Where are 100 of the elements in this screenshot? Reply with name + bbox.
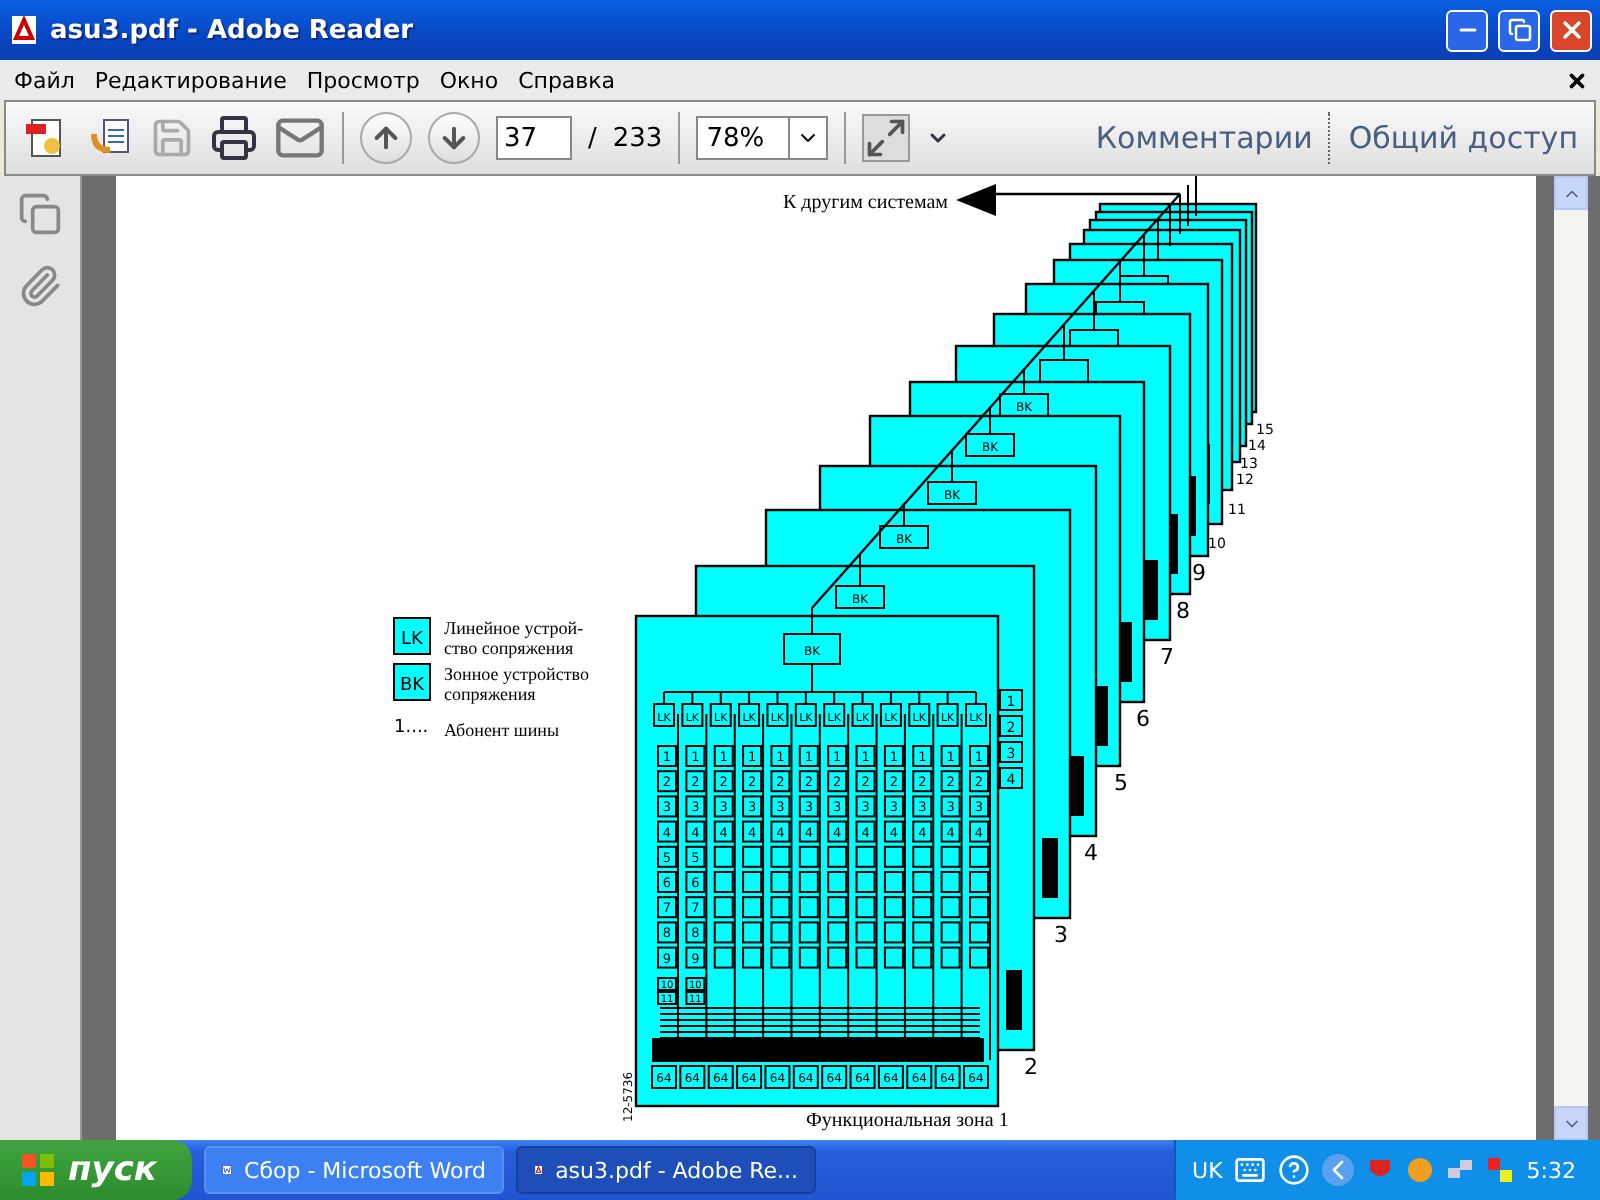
page-number-field[interactable]: 37 xyxy=(496,116,572,160)
clock: 5:32 xyxy=(1526,1157,1576,1183)
subscriber-box xyxy=(713,871,734,893)
taskbar-button[interactable]: asu3.pdf - Adobe Re... xyxy=(516,1146,816,1194)
subscriber-box xyxy=(770,946,791,969)
subscriber-box xyxy=(770,845,791,868)
menu-item[interactable]: Окно xyxy=(429,67,509,93)
start-button[interactable]: пуск xyxy=(0,1140,192,1200)
restore-icon xyxy=(1507,18,1531,42)
subscriber-box xyxy=(713,921,734,944)
subscriber-box xyxy=(883,896,904,919)
print-icon[interactable] xyxy=(210,114,258,162)
subscriber-box xyxy=(770,896,791,919)
legend-symbol: BK xyxy=(393,663,431,701)
menu-item[interactable]: Справка xyxy=(508,67,626,93)
subscriber-box xyxy=(912,921,933,944)
subscriber-box xyxy=(940,845,961,868)
subscriber-box xyxy=(827,921,848,944)
window-title: asu3.pdf - Adobe Reader xyxy=(50,15,416,45)
bus-stripes xyxy=(1006,970,1022,1030)
interface-box xyxy=(835,585,885,609)
subscriber-box xyxy=(827,896,848,919)
subscriber-box xyxy=(883,871,904,893)
subscriber-box xyxy=(713,845,734,868)
subscriber-box xyxy=(883,946,904,969)
subscriber-box xyxy=(770,921,791,944)
restore-button[interactable] xyxy=(1498,9,1540,51)
sheet-number: 6 xyxy=(1136,706,1150,732)
toolbar-link[interactable]: Комментарии xyxy=(1095,120,1313,156)
minimize-button[interactable] xyxy=(1446,9,1488,51)
zone-label: Функциональная зона 1 xyxy=(806,1110,1009,1132)
expand-tray-icon[interactable] xyxy=(1322,1154,1355,1186)
arrow-down-icon xyxy=(438,122,470,154)
interface-box xyxy=(783,633,841,665)
legend-text: Абонент шины xyxy=(444,720,560,740)
language-icon[interactable] xyxy=(1486,1156,1515,1184)
subscriber-box xyxy=(912,896,933,919)
menu-item[interactable]: Файл xyxy=(4,67,85,93)
subscriber-box xyxy=(798,921,819,944)
paperclip-icon[interactable] xyxy=(18,264,62,308)
subscriber-box xyxy=(770,871,791,893)
subscriber-box xyxy=(855,845,876,868)
subscriber-box xyxy=(940,871,961,893)
sheet-number: 7 xyxy=(1160,644,1174,670)
subscriber-box xyxy=(855,946,876,969)
network-icon[interactable] xyxy=(1446,1156,1475,1184)
sheet-number: 8 xyxy=(1176,598,1190,624)
subscriber-box xyxy=(912,871,933,893)
dropdown-button[interactable] xyxy=(788,116,829,160)
subscriber-box xyxy=(940,921,961,944)
subscriber-box xyxy=(940,896,961,919)
subscriber-box xyxy=(969,871,989,893)
subscriber-box xyxy=(883,921,904,944)
windows-logo xyxy=(20,1152,56,1188)
menu-item[interactable]: Редактирование xyxy=(84,67,297,93)
interface-box xyxy=(927,481,977,505)
subscriber-box xyxy=(969,921,989,944)
subscriber-box xyxy=(742,896,763,919)
subscriber-box xyxy=(855,871,876,893)
subscriber-box xyxy=(940,946,961,969)
previous-page-button[interactable] xyxy=(360,112,412,164)
subscriber-box xyxy=(742,871,763,893)
sheet-number: 9 xyxy=(1192,560,1206,586)
keyboard-icon[interactable] xyxy=(1234,1154,1267,1186)
pages-icon[interactable] xyxy=(18,192,62,236)
subscriber-box xyxy=(912,845,933,868)
toolbar-link[interactable]: Общий доступ xyxy=(1348,120,1578,156)
subscriber-box xyxy=(969,946,989,969)
close-icon[interactable] xyxy=(1566,69,1588,91)
interface-box xyxy=(965,433,1015,457)
subscriber-box xyxy=(713,946,734,969)
subscriber-box xyxy=(827,845,848,868)
page-count: 233 xyxy=(612,123,663,153)
next-page-button[interactable] xyxy=(428,112,480,164)
subscriber-box xyxy=(883,845,904,868)
subscriber-box xyxy=(742,845,763,868)
menu-item[interactable]: Просмотр xyxy=(296,67,430,93)
page-separator: / xyxy=(588,123,597,153)
zoom-field[interactable]: 78% xyxy=(696,116,789,160)
subscriber-box xyxy=(912,946,933,969)
interface-box xyxy=(879,525,929,549)
subscriber-box xyxy=(969,845,989,868)
sheet-number: 5 xyxy=(1114,770,1128,796)
subscriber-box xyxy=(827,871,848,893)
arrow-up-icon xyxy=(370,122,402,154)
pdf-icon xyxy=(8,14,40,46)
expand-icon[interactable] xyxy=(862,114,911,162)
sheet-number: 2 xyxy=(1024,1054,1038,1080)
subscriber-box xyxy=(827,946,848,969)
close-icon xyxy=(1557,16,1585,44)
taskbar-button[interactable]: Сбор - Microsoft Word xyxy=(204,1146,504,1194)
close-button[interactable] xyxy=(1550,9,1592,51)
subscriber-box xyxy=(798,871,819,893)
subscriber-box xyxy=(855,921,876,944)
subscriber-box xyxy=(713,896,734,919)
bus-stripes xyxy=(1042,838,1058,898)
help-icon[interactable] xyxy=(1278,1154,1311,1186)
save-icon[interactable] xyxy=(150,116,194,160)
legend-text: Линейное устрой- ство сопряжения xyxy=(444,618,584,658)
legend-symbol: 1.... xyxy=(394,718,429,738)
